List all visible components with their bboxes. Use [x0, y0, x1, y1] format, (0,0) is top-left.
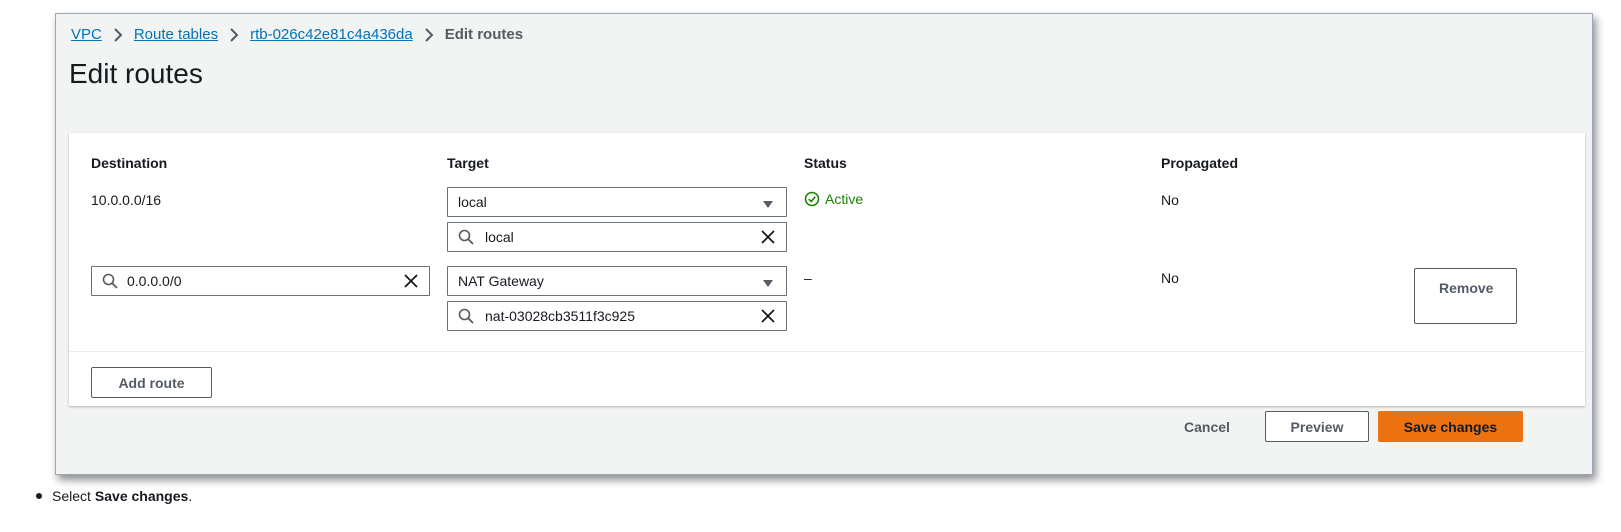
routes-panel: Destination Target Status Propagated 10.…	[69, 133, 1585, 406]
status-text: Active	[825, 191, 864, 207]
instruction-prefix: Select	[52, 488, 91, 504]
breadcrumb: VPC Route tables rtb-026c42e81c4a436da E…	[71, 26, 523, 43]
column-header-propagated: Propagated	[1161, 155, 1239, 171]
instruction-suffix: .	[188, 488, 193, 504]
clear-icon[interactable]	[760, 229, 776, 245]
chevron-right-icon	[228, 27, 240, 42]
breadcrumb-link-route-table-id[interactable]: rtb-026c42e81c4a436da	[250, 26, 413, 43]
caret-down-icon	[762, 276, 774, 288]
preview-button[interactable]: Preview	[1265, 411, 1369, 442]
destination-value: 0.0.0.0/0	[127, 273, 182, 289]
bullet	[36, 493, 42, 499]
propagated-text: No	[1161, 270, 1179, 286]
target-search-input[interactable]: local	[447, 222, 787, 252]
search-icon	[458, 229, 474, 245]
target-type-value: NAT Gateway	[458, 273, 544, 289]
target-type-value: local	[458, 194, 487, 210]
column-header-target: Target	[447, 155, 489, 171]
column-header-status: Status	[804, 155, 847, 171]
cancel-button[interactable]: Cancel	[1184, 419, 1230, 435]
caret-down-icon	[762, 197, 774, 209]
status-text: –	[804, 270, 812, 286]
console-window: VPC Route tables rtb-026c42e81c4a436da E…	[55, 13, 1593, 475]
breadcrumb-current: Edit routes	[444, 26, 524, 43]
column-header-destination: Destination	[91, 155, 168, 171]
status-badge: Active	[804, 191, 863, 207]
destination-search-input[interactable]: 0.0.0.0/0	[91, 266, 430, 296]
breadcrumb-link-route-tables[interactable]: Route tables	[134, 26, 218, 43]
propagated-text: No	[1161, 192, 1179, 208]
save-changes-button[interactable]: Save changes	[1378, 411, 1523, 442]
divider	[69, 351, 1585, 352]
search-icon	[102, 273, 118, 289]
chevron-right-icon	[423, 27, 435, 42]
target-search-value: local	[485, 229, 514, 245]
target-search-value: nat-03028cb3511f3c925	[485, 308, 635, 324]
instruction-emphasis: Save changes	[94, 488, 189, 504]
target-type-select[interactable]: NAT Gateway	[447, 266, 787, 296]
check-circle-icon	[804, 191, 820, 207]
clear-icon[interactable]	[403, 273, 419, 289]
search-icon	[458, 308, 474, 324]
add-route-button[interactable]: Add route	[91, 367, 212, 398]
route-destination-text: 10.0.0.0/16	[91, 192, 162, 208]
breadcrumb-link-vpc[interactable]: VPC	[71, 26, 102, 43]
clear-icon[interactable]	[760, 308, 776, 324]
remove-route-button[interactable]: Remove	[1414, 268, 1517, 324]
instruction-list-item: Select Save changes.	[36, 488, 192, 504]
target-search-input[interactable]: nat-03028cb3511f3c925	[447, 301, 787, 331]
page-title: Edit routes	[69, 58, 203, 89]
chevron-right-icon	[112, 27, 124, 42]
target-type-select[interactable]: local	[447, 187, 787, 217]
